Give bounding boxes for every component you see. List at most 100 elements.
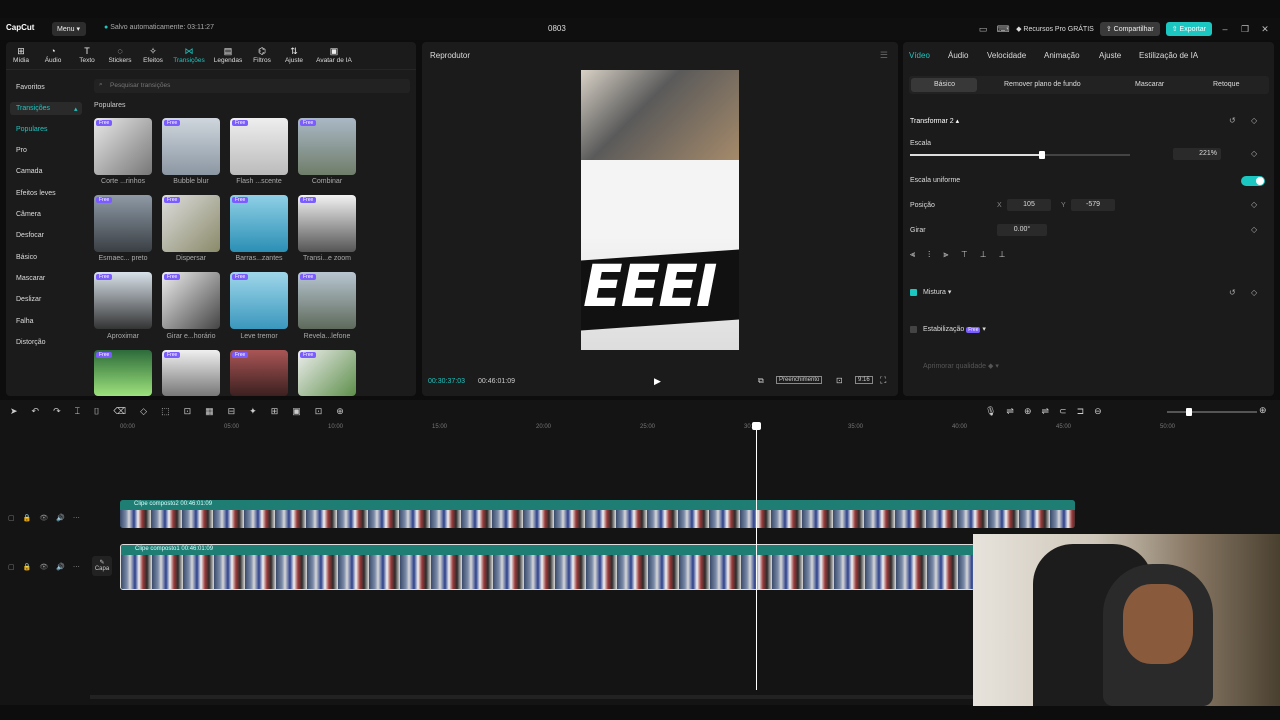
cover-button[interactable]: ✎ Capa	[92, 556, 112, 576]
category-favoritos[interactable]: Favoritos	[16, 84, 45, 91]
transition-thumb[interactable]: Free	[94, 118, 152, 175]
keyframe-icon[interactable]: ◇	[1251, 225, 1257, 234]
position-y-input[interactable]: -579	[1071, 199, 1115, 211]
transition-thumb[interactable]: Free	[162, 272, 220, 329]
subtab-basic[interactable]: Básico	[934, 81, 955, 88]
share-button[interactable]: ⇪ Compartilhar	[1099, 22, 1160, 36]
playhead-handle[interactable]	[752, 422, 761, 430]
tool-effects[interactable]: ✧ Efeitos	[140, 46, 166, 64]
transition-thumb[interactable]: Free	[94, 195, 152, 252]
transition-thumb[interactable]: Free	[298, 195, 356, 252]
tool-adjust[interactable]: ⇅ Ajuste	[282, 46, 306, 64]
keyframe-icon[interactable]: ◇	[1251, 288, 1257, 297]
tool-stickers[interactable]: ◌ Stickers	[106, 46, 134, 64]
stabilize-label[interactable]: Estabilização Free ▾	[923, 325, 986, 333]
fill-mode-button[interactable]: Preenchimento	[776, 376, 823, 384]
keyframe-icon[interactable]: ◇	[1251, 116, 1257, 125]
transition-thumb[interactable]: Free	[230, 272, 288, 329]
position-x-input[interactable]: 105	[1007, 199, 1051, 211]
timeline-tools[interactable]: ➤↶↷⌶⌷⌫◇⬚⊡▦⊟✦⊞▣⊡⊕	[10, 406, 358, 417]
ratio-button[interactable]: 9:16	[855, 376, 873, 384]
tool-filters[interactable]: ⌬ Filtros	[250, 46, 274, 64]
tool-media[interactable]: ⊞ Mídia	[10, 46, 32, 64]
category-camera[interactable]: Câmera	[16, 211, 41, 218]
transition-thumb[interactable]: Free	[162, 350, 220, 396]
tool-ai-avatar[interactable]: ▣ Avatar de IA	[312, 46, 356, 64]
enhance-label[interactable]: Aprimorar qualidade ◆ ▾	[923, 362, 999, 370]
tool-transitions[interactable]: ⋈ Transições	[171, 46, 207, 64]
search-input[interactable]: ⌕ Pesquisar transições	[94, 79, 410, 93]
rotate-input[interactable]: 0.00°	[997, 224, 1047, 236]
blend-label[interactable]: Mistura ▾	[923, 288, 951, 296]
time-ruler[interactable]: 00:00 05:00 10:00 15:00 20:00 25:00 30:0…	[120, 424, 1280, 434]
category-camada[interactable]: Camada	[16, 168, 42, 175]
play-icon[interactable]: ▶	[654, 376, 661, 387]
tab-video[interactable]: Vídeo	[909, 51, 930, 60]
align-buttons[interactable]: ⫷⫶⫸⊤⊥⊥	[910, 249, 1100, 263]
stabilize-checkbox[interactable]	[910, 326, 917, 333]
category-deslizar[interactable]: Deslizar	[16, 296, 41, 303]
category-mascarar[interactable]: Mascarar	[16, 275, 45, 282]
zoom-in-icon[interactable]: ⊕	[1259, 405, 1267, 416]
compound-clip-1[interactable]: Clipe composto1 00:46:01:09	[120, 544, 975, 590]
scale-value[interactable]: 221%	[1173, 148, 1221, 160]
timeline-right-tools[interactable]: 🎙⇌⊕⇌⊂⊐⊖	[985, 406, 1112, 417]
category-distorcao[interactable]: Distorção	[16, 339, 46, 346]
category-populares[interactable]: Populares	[16, 126, 48, 133]
transform-header[interactable]: Transformar 2 ▴	[910, 117, 959, 125]
transition-thumb[interactable]: Free	[94, 350, 152, 396]
subtab-mask[interactable]: Mascarar	[1135, 81, 1164, 88]
reset-icon[interactable]: ↺	[1229, 116, 1236, 125]
export-button[interactable]: ⇧ Exportar	[1165, 22, 1212, 36]
transition-thumb[interactable]: Free	[230, 195, 288, 252]
reset-icon[interactable]: ↺	[1229, 288, 1236, 297]
tool-text[interactable]: T Texto	[76, 46, 98, 64]
transition-thumb[interactable]: Free	[162, 118, 220, 175]
tab-ai-style[interactable]: Estilização de IA	[1139, 51, 1198, 60]
tool-captions[interactable]: ▤ Legendas	[211, 46, 245, 64]
shortcut-icon[interactable]: ⌨	[996, 24, 1010, 35]
keyframe-icon[interactable]: ◇	[1251, 149, 1257, 158]
transition-thumb[interactable]: Free	[230, 118, 288, 175]
fit-icon[interactable]: ⊡	[836, 376, 843, 385]
subtab-remove-bg[interactable]: Remover plano de fundo	[1004, 81, 1081, 88]
category-desfocar[interactable]: Desfocar	[16, 232, 44, 239]
tab-speed[interactable]: Velocidade	[987, 51, 1026, 60]
transition-thumb[interactable]: Free	[94, 272, 152, 329]
tool-audio[interactable]: ◔ Áudio	[42, 46, 64, 64]
close-icon[interactable]: ✕	[1258, 24, 1272, 35]
zoom-slider[interactable]	[1167, 408, 1257, 416]
category-efeitos-leves[interactable]: Efeitos leves	[16, 190, 56, 197]
tab-adjust[interactable]: Ajuste	[1099, 51, 1121, 60]
category-basico[interactable]: Básico	[16, 254, 37, 261]
fullscreen-icon[interactable]: ⛶	[880, 375, 886, 386]
restore-icon[interactable]: ❐	[1238, 24, 1252, 35]
category-falha[interactable]: Falha	[16, 318, 34, 325]
video-preview[interactable]: EEEI	[581, 70, 739, 350]
scale-slider-knob[interactable]	[1039, 151, 1045, 159]
category-pro[interactable]: Pro	[16, 147, 27, 154]
crop-icon[interactable]: ⧉	[758, 376, 764, 386]
uniform-scale-toggle[interactable]	[1241, 176, 1265, 186]
tab-audio[interactable]: Áudio	[948, 51, 968, 60]
compound-clip-2[interactable]: Clipe composto2 00:46:01:09	[120, 500, 1075, 528]
menu-button[interactable]: Menu ▾	[52, 22, 86, 36]
pro-resources-button[interactable]: ◆ Recursos Pro GRÁTIS	[1016, 25, 1094, 33]
scale-slider[interactable]	[910, 151, 1130, 159]
keyframe-icon[interactable]: ◇	[1251, 200, 1257, 209]
track-controls-2[interactable]: ▢🔒👁🔊⋯	[8, 563, 88, 571]
transition-thumb[interactable]: Free	[230, 350, 288, 396]
category-transicoes[interactable]: Transições ▴	[16, 105, 78, 113]
transition-thumb[interactable]: Free	[162, 195, 220, 252]
layout-icon[interactable]: ▭	[976, 24, 990, 35]
track-controls-1[interactable]: ▢🔒👁🔊⋯	[8, 514, 88, 522]
blend-checkbox[interactable]	[910, 289, 917, 296]
playhead[interactable]	[756, 424, 757, 690]
transition-thumb[interactable]: Free	[298, 118, 356, 175]
transition-thumb[interactable]: Free	[298, 272, 356, 329]
player-menu-icon[interactable]: ☰	[880, 50, 888, 61]
minimize-icon[interactable]: –	[1218, 24, 1232, 34]
tab-animation[interactable]: Animação	[1044, 51, 1080, 60]
subtab-retouch[interactable]: Retoque	[1213, 81, 1239, 88]
transition-thumb[interactable]: Free	[298, 350, 356, 396]
